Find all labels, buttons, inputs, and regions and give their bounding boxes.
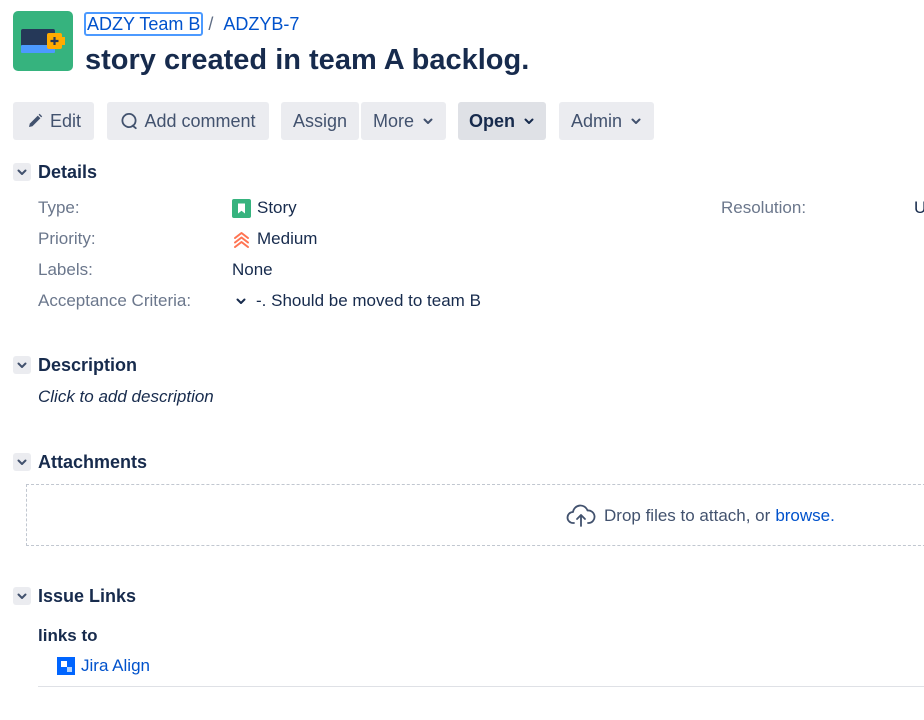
chevron-down-icon [422, 115, 434, 127]
chevron-down-icon [13, 453, 31, 471]
description-placeholder[interactable]: Click to add description [38, 387, 214, 407]
details-heading: Details [38, 161, 98, 182]
attachments-section-toggle[interactable]: Attachments [13, 450, 147, 474]
priority-value-text: Medium [257, 229, 318, 248]
resolution-label: Resolution: [721, 198, 807, 217]
admin-button[interactable]: Admin [559, 102, 654, 140]
type-value-text: Story [257, 198, 297, 217]
edit-button[interactable]: Edit [13, 102, 94, 140]
chevron-down-icon[interactable] [235, 295, 247, 307]
attachments-heading: Attachments [38, 451, 148, 472]
type-value[interactable]: Story [232, 197, 297, 219]
status-button-label: Open [468, 111, 515, 131]
chevron-down-icon [13, 356, 31, 374]
labels-value[interactable]: None [232, 259, 273, 281]
more-button-label: More [372, 111, 414, 131]
acceptance-criteria-text: -. Should be moved to team B [256, 291, 481, 310]
issue-view: ADZY Team B / ADZYB-7 story created in t… [0, 0, 924, 720]
jira-align-icon [57, 657, 77, 675]
dropzone-content: Drop files to attach, or browse. [566, 504, 835, 528]
comment-icon [120, 112, 138, 130]
edit-button-label: Edit [49, 111, 82, 131]
acceptance-criteria-value[interactable]: -. Should be moved to team B [232, 290, 481, 312]
resolution-value: U [914, 198, 924, 217]
breadcrumb-issue-key-link[interactable]: ADZYB-7 [223, 12, 299, 36]
admin-button-label: Admin [570, 111, 623, 131]
link-relation-heading: links to [38, 626, 98, 645]
labels-label: Labels: [38, 260, 93, 279]
issue-links-section-toggle[interactable]: Issue Links [13, 584, 136, 608]
priority-value[interactable]: Medium [232, 228, 317, 250]
assign-button-label: Assign [292, 111, 348, 131]
project-icon [21, 29, 65, 53]
status-open-button[interactable]: Open [458, 102, 546, 140]
issue-link-item[interactable]: Jira Align [57, 656, 150, 676]
chevron-down-icon [630, 115, 642, 127]
browse-link[interactable]: browse. [775, 506, 835, 526]
acceptance-criteria-label: Acceptance Criteria: [38, 291, 192, 310]
issue-links-heading: Issue Links [38, 585, 137, 606]
description-section-toggle[interactable]: Description [13, 353, 137, 377]
breadcrumb: ADZY Team B / ADZYB-7 [84, 12, 299, 36]
description-heading: Description [38, 354, 138, 375]
chevron-down-icon [523, 115, 535, 127]
priority-label: Priority: [38, 229, 96, 248]
details-section-toggle[interactable]: Details [13, 160, 97, 184]
add-comment-button-label: Add comment [144, 111, 256, 131]
type-label: Type: [38, 198, 80, 217]
chevron-down-icon [13, 163, 31, 181]
assign-button[interactable]: Assign [281, 102, 359, 140]
project-avatar[interactable] [13, 11, 73, 71]
divider [38, 686, 924, 687]
add-comment-button[interactable]: Add comment [107, 102, 269, 140]
pencil-icon [26, 112, 44, 130]
attachment-dropzone[interactable]: Drop files to attach, or browse. [26, 484, 924, 546]
more-button[interactable]: More [361, 102, 446, 140]
priority-medium-icon [232, 230, 251, 249]
story-icon [232, 198, 251, 218]
chevron-down-icon [13, 587, 31, 605]
issue-link-label: Jira Align [81, 656, 150, 675]
breadcrumb-separator: / [208, 14, 214, 34]
cloud-upload-icon [566, 504, 596, 528]
issue-summary[interactable]: story created in team A backlog. [85, 40, 529, 80]
dropzone-text: Drop files to attach, or [604, 506, 771, 525]
breadcrumb-project-link[interactable]: ADZY Team B [84, 12, 204, 36]
